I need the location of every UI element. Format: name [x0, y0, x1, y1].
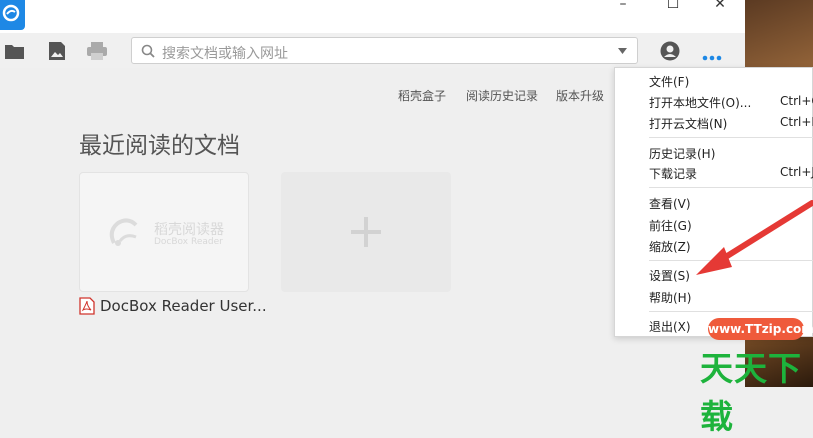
- search-box[interactable]: 搜索文档或输入网址: [131, 37, 638, 64]
- minimize-button[interactable]: –: [600, 0, 646, 12]
- watermark: www.TTzip.com 天天下载: [700, 318, 813, 436]
- plus-icon: [351, 217, 381, 247]
- maximize-button[interactable]: ☐: [650, 0, 696, 12]
- printer-icon[interactable]: [86, 41, 108, 61]
- recent-doc-card[interactable]: 稻壳阅读器 DocBox Reader: [79, 172, 249, 292]
- account-icon[interactable]: [660, 41, 680, 61]
- app-logo-icon[interactable]: [0, 0, 25, 30]
- dropdown-caret-icon[interactable]: [618, 48, 627, 54]
- watermark-site: www.TTzip.com: [708, 318, 813, 340]
- recent-doc-name[interactable]: DocBox Reader User...: [100, 297, 267, 315]
- menu-separator: [649, 311, 813, 312]
- menu-separator: [649, 137, 813, 138]
- menu-item-file[interactable]: 文件(F): [649, 73, 689, 90]
- add-document-card[interactable]: [281, 172, 451, 292]
- menu-item-settings[interactable]: 设置(S): [649, 267, 690, 284]
- menu-item-zoom[interactable]: 缩放(Z): [649, 238, 691, 255]
- card-logo-title: 稻壳阅读器: [154, 222, 224, 238]
- menu-shortcut-open-cloud: Ctrl+N: [780, 115, 813, 129]
- search-input[interactable]: 搜索文档或输入网址: [162, 43, 288, 63]
- annotation-arrow-icon: [696, 200, 813, 275]
- menu-shortcut-open-local: Ctrl+C: [780, 94, 813, 108]
- folder-icon[interactable]: [4, 41, 26, 61]
- title-bar: – ☐ ✕: [0, 0, 745, 33]
- more-icon[interactable]: [702, 47, 722, 61]
- card-logo-subtitle: DocBox Reader: [154, 237, 223, 247]
- pdf-icon: [79, 297, 95, 315]
- menu-item-goto[interactable]: 前往(G): [649, 217, 692, 234]
- docbox-logo-icon: [109, 218, 138, 246]
- menu-item-exit[interactable]: 退出(X): [649, 318, 691, 335]
- toolbar: 搜索文档或输入网址: [0, 33, 745, 68]
- menu-item-history[interactable]: 历史记录(H): [649, 145, 715, 162]
- search-icon: [141, 44, 155, 58]
- page-title: 最近阅读的文档: [79, 133, 240, 159]
- menu-separator: [649, 187, 813, 188]
- menu-shortcut-downloads: Ctrl+J: [780, 165, 813, 179]
- image-icon[interactable]: [46, 41, 68, 61]
- menu-item-view[interactable]: 查看(V): [649, 195, 691, 212]
- close-button[interactable]: ✕: [697, 0, 743, 12]
- menu-item-downloads[interactable]: 下载记录: [649, 165, 697, 182]
- nav-link-history[interactable]: 阅读历史记录: [466, 87, 538, 104]
- menu-item-help[interactable]: 帮助(H): [649, 289, 691, 306]
- menu-item-open-local[interactable]: 打开本地文件(O)...: [649, 94, 751, 111]
- watermark-brand: 天天下载: [700, 349, 802, 436]
- menu-item-open-cloud[interactable]: 打开云文档(N): [649, 115, 727, 132]
- nav-link-upgrade[interactable]: 版本升级: [556, 87, 604, 104]
- nav-link-docbox[interactable]: 稻壳盒子: [398, 87, 446, 104]
